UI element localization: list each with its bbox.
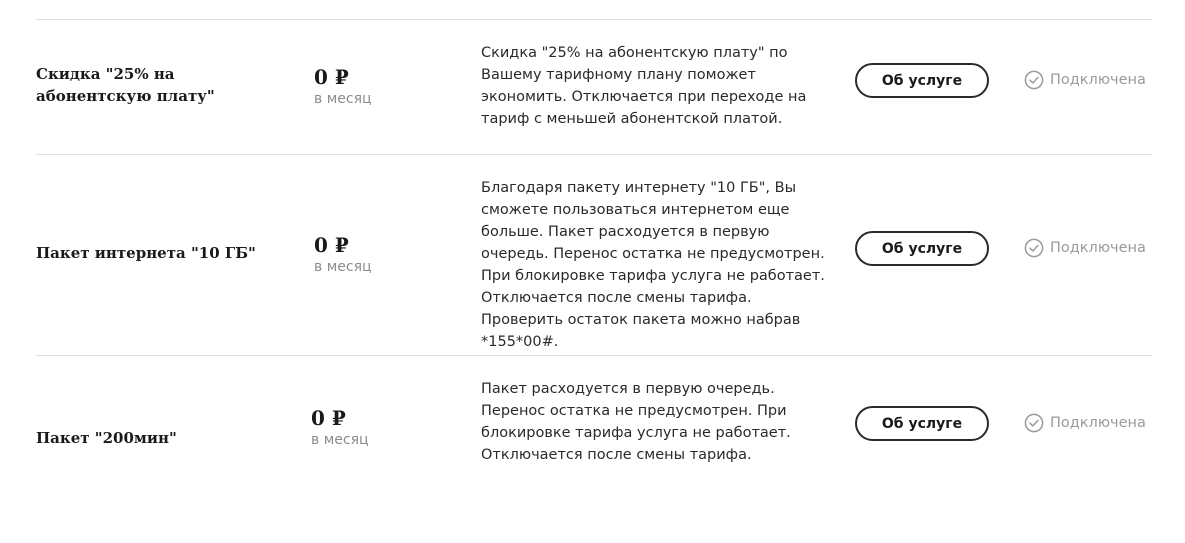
status-label: Подключена xyxy=(1050,240,1146,256)
service-row: Пакет интернета "10 ГБ" 0 ₽ в месяц Благ… xyxy=(36,155,1152,355)
service-name: Пакет интернета "10 ГБ" xyxy=(36,244,256,262)
about-service-button[interactable]: Об услуге xyxy=(855,63,989,98)
price-period: в месяц xyxy=(311,432,369,448)
service-status: Подключена xyxy=(1024,413,1146,433)
check-circle-icon xyxy=(1024,70,1044,90)
service-description: Пакет расходуется в первую очередь. Пере… xyxy=(481,381,791,463)
service-price: 0 ₽ в месяц xyxy=(314,232,434,276)
service-row: Пакет "200мин" 0 ₽ в месяц Пакет расходу… xyxy=(36,356,1152,496)
service-status: Подключена xyxy=(1024,238,1146,258)
service-description: Благодаря пакету интернету "10 ГБ", Вы с… xyxy=(481,180,825,350)
service-status: Подключена xyxy=(1024,70,1146,90)
service-price: 0 ₽ в месяц xyxy=(314,64,434,108)
price-value: 0 ₽ xyxy=(311,406,346,430)
service-price: 0 ₽ в месяц xyxy=(311,405,431,449)
about-service-button[interactable]: Об услуге xyxy=(855,406,989,441)
service-name: Скидка "25% на абонентскую плату" xyxy=(36,65,215,105)
services-list: Скидка "25% на абонентскую плату" 0 ₽ в … xyxy=(36,0,1152,496)
service-row: Скидка "25% на абонентскую плату" 0 ₽ в … xyxy=(36,20,1152,154)
service-description: Скидка "25% на абонентскую плату" по Ваш… xyxy=(481,45,807,127)
check-circle-icon xyxy=(1024,238,1044,258)
price-period: в месяц xyxy=(314,91,372,107)
status-label: Подключена xyxy=(1050,415,1146,431)
price-period: в месяц xyxy=(314,259,372,275)
check-circle-icon xyxy=(1024,413,1044,433)
about-service-button[interactable]: Об услуге xyxy=(855,231,989,266)
price-value: 0 ₽ xyxy=(314,65,349,89)
price-value: 0 ₽ xyxy=(314,233,349,257)
status-label: Подключена xyxy=(1050,72,1146,88)
service-name: Пакет "200мин" xyxy=(36,429,177,447)
